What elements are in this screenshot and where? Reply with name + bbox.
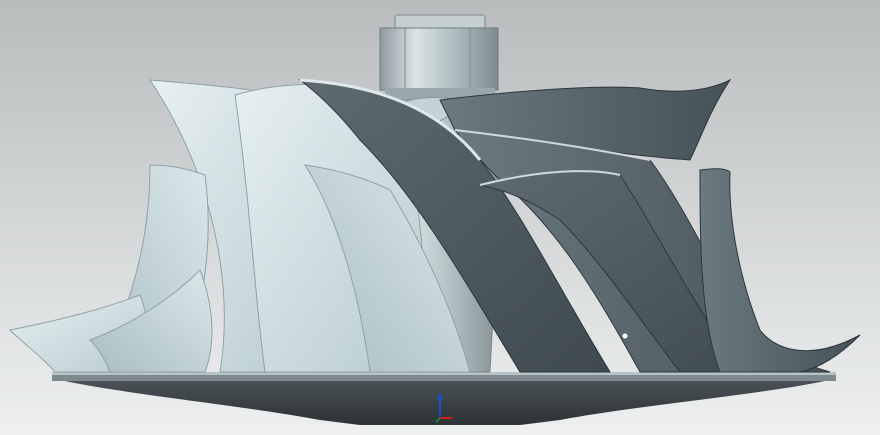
shaft-nut [379, 14, 499, 100]
cad-viewport[interactable] [0, 0, 880, 435]
surface-point-marker [622, 333, 628, 339]
impeller-model[interactable] [0, 0, 880, 435]
